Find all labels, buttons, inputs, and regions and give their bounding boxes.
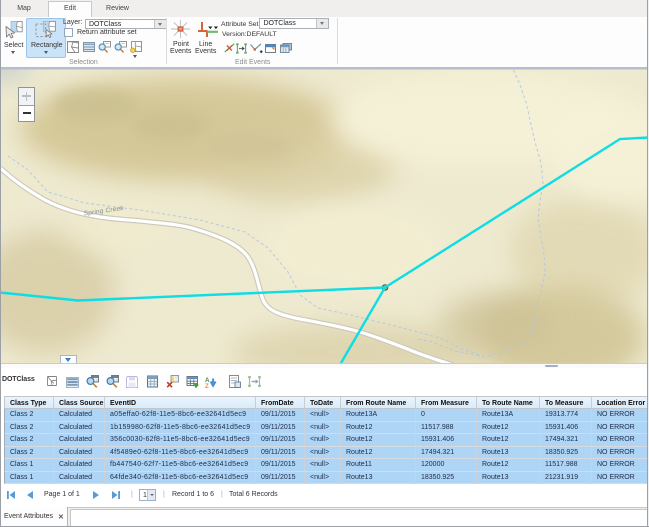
svg-text:Z: Z — [205, 383, 209, 389]
